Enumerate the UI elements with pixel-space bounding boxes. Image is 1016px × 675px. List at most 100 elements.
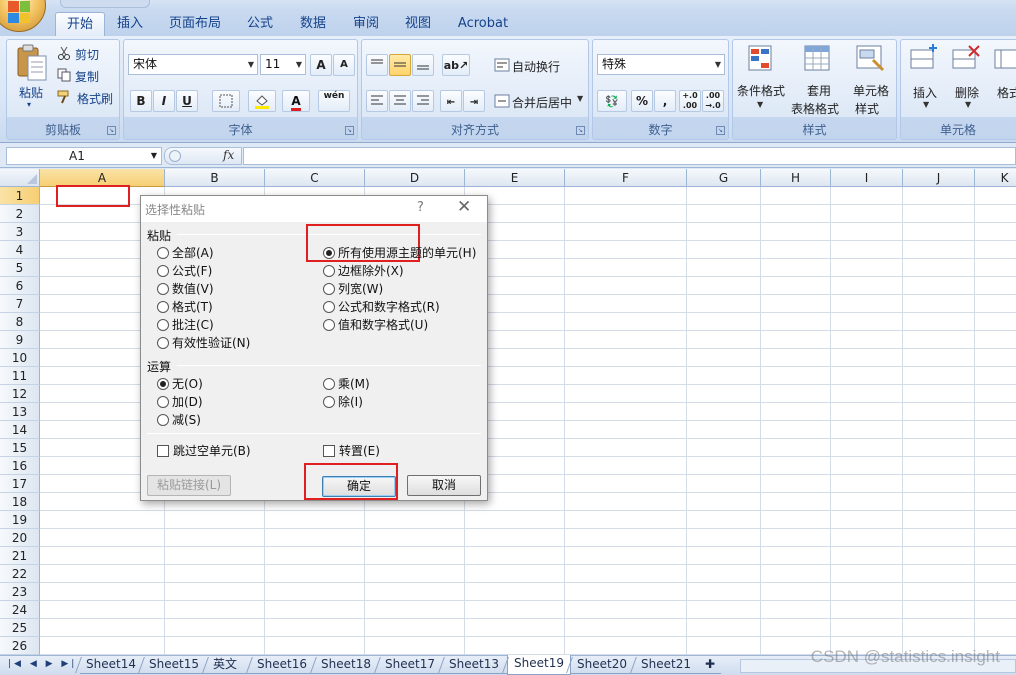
paste-dropdown-icon[interactable]: ▾: [27, 100, 31, 109]
cell-styles-button[interactable]: 样式: [855, 100, 879, 117]
sheet-tab-6[interactable]: Sheet17: [379, 656, 443, 674]
cancel-icon[interactable]: [169, 150, 181, 162]
help-button[interactable]: ?: [417, 200, 424, 215]
insert-function-button[interactable]: fx: [223, 148, 234, 162]
chevron-down-icon[interactable]: ▼: [151, 148, 157, 164]
row-header-14[interactable]: 14: [0, 421, 40, 439]
sheet-tab-4[interactable]: Sheet16: [251, 656, 315, 674]
paste-left-option-5[interactable]: 批注(C): [157, 317, 214, 333]
column-header-b[interactable]: B: [165, 169, 265, 187]
grow-font-button[interactable]: A: [310, 54, 332, 76]
operation-left-option-3[interactable]: 减(S): [157, 412, 201, 428]
row-header-4[interactable]: 4: [0, 241, 40, 259]
cell-styles-label[interactable]: 单元格: [853, 82, 889, 99]
align-left-button[interactable]: [366, 90, 388, 112]
font-size-combo[interactable]: 11 ▼: [260, 54, 306, 75]
row-header-5[interactable]: 5: [0, 259, 40, 277]
paste-button[interactable]: [15, 44, 49, 87]
orientation-button[interactable]: ab↗: [442, 54, 470, 76]
transpose-checkbox[interactable]: 转置(E): [323, 443, 380, 459]
sheet-tab-1[interactable]: Sheet14: [80, 656, 143, 674]
paste-label[interactable]: 粘贴: [19, 84, 43, 101]
row-header-25[interactable]: 25: [0, 619, 40, 637]
align-middle-button[interactable]: [389, 54, 411, 76]
font-color-button[interactable]: A: [282, 90, 310, 112]
paste-left-option-2[interactable]: 公式(F): [157, 263, 212, 279]
paste-right-option-1[interactable]: 所有使用源主题的单元(H): [323, 245, 476, 261]
paste-left-option-3[interactable]: 数值(V): [157, 281, 214, 297]
align-right-button[interactable]: [412, 90, 434, 112]
formula-input[interactable]: [243, 147, 1016, 165]
paste-right-option-2[interactable]: 边框除外(X): [323, 263, 404, 279]
row-header-9[interactable]: 9: [0, 331, 40, 349]
operation-left-option-2[interactable]: 加(D): [157, 394, 203, 410]
paste-right-option-3[interactable]: 列宽(W): [323, 281, 383, 297]
sheet-tab-10[interactable]: Sheet21: [635, 656, 699, 674]
sheet-tab-9[interactable]: Sheet20: [571, 656, 635, 674]
close-button[interactable]: ✕: [457, 197, 471, 217]
align-bottom-button[interactable]: [412, 54, 434, 76]
font-launcher-icon[interactable]: ↘: [345, 126, 354, 135]
row-header-2[interactable]: 2: [0, 205, 40, 223]
decrease-decimal-button[interactable]: .00 →.0: [702, 90, 724, 112]
row-header-7[interactable]: 7: [0, 295, 40, 313]
fill-color-button[interactable]: [248, 90, 276, 112]
paste-right-option-5[interactable]: 值和数字格式(U): [323, 317, 428, 333]
column-header-f[interactable]: F: [565, 169, 687, 187]
chevron-down-icon[interactable]: ▼: [577, 94, 583, 103]
row-header-20[interactable]: 20: [0, 529, 40, 547]
copy-button[interactable]: 复制: [75, 68, 99, 85]
column-header-i[interactable]: I: [831, 169, 903, 187]
column-header-e[interactable]: E: [465, 169, 565, 187]
number-launcher-icon[interactable]: ↘: [716, 126, 725, 135]
chevron-down-icon[interactable]: ▼: [965, 100, 971, 109]
phonetic-button[interactable]: wén: [318, 90, 350, 112]
sheet-nav-buttons[interactable]: |◀ ◀ ▶ ▶|: [8, 659, 77, 669]
italic-button[interactable]: I: [153, 90, 175, 112]
operation-right-option-1[interactable]: 乘(M): [323, 376, 370, 392]
column-header-j[interactable]: J: [903, 169, 975, 187]
cancel-button[interactable]: 取消: [407, 475, 481, 496]
decrease-indent-button[interactable]: ⇤: [440, 90, 462, 112]
select-all-button[interactable]: [0, 169, 40, 187]
row-header-24[interactable]: 24: [0, 601, 40, 619]
tab-review[interactable]: 审阅: [346, 12, 386, 36]
delete-cells-button[interactable]: 删除: [955, 84, 979, 101]
format-as-table-button[interactable]: 表格格式: [791, 100, 839, 117]
row-header-23[interactable]: 23: [0, 583, 40, 601]
sheet-tab-8[interactable]: Sheet19: [507, 655, 571, 675]
insert-cells-button[interactable]: 插入: [913, 84, 937, 101]
column-header-g[interactable]: G: [687, 169, 761, 187]
paste-link-button[interactable]: 粘贴链接(L): [147, 475, 231, 496]
comma-button[interactable]: ,: [654, 90, 676, 112]
paste-left-option-1[interactable]: 全部(A): [157, 245, 214, 261]
row-header-13[interactable]: 13: [0, 403, 40, 421]
column-header-k[interactable]: K: [975, 169, 1016, 187]
conditional-format-button[interactable]: 条件格式: [737, 82, 785, 99]
row-header-15[interactable]: 15: [0, 439, 40, 457]
font-name-combo[interactable]: 宋体 ▼: [128, 54, 258, 75]
ok-button[interactable]: 确定: [322, 476, 396, 497]
row-header-12[interactable]: 12: [0, 385, 40, 403]
sheet-tab-5[interactable]: Sheet18: [315, 656, 379, 674]
paste-left-option-6[interactable]: 有效性验证(N): [157, 335, 250, 351]
chevron-down-icon[interactable]: ▼: [757, 100, 763, 109]
row-header-26[interactable]: 26: [0, 637, 40, 655]
increase-indent-button[interactable]: ⇥: [463, 90, 485, 112]
number-format-combo[interactable]: 特殊 ▼: [597, 54, 725, 75]
row-header-18[interactable]: 18: [0, 493, 40, 511]
active-cell-highlight[interactable]: [56, 185, 130, 207]
accounting-button[interactable]: 💱: [597, 90, 627, 112]
row-header-21[interactable]: 21: [0, 547, 40, 565]
column-header-h[interactable]: H: [761, 169, 831, 187]
tab-data[interactable]: 数据: [293, 12, 333, 36]
tab-view[interactable]: 视图: [398, 12, 438, 36]
insert-sheet-icon[interactable]: ✚: [699, 656, 721, 674]
row-header-6[interactable]: 6: [0, 277, 40, 295]
wrap-text-button[interactable]: 自动换行: [512, 58, 560, 75]
column-header-d[interactable]: D: [365, 169, 465, 187]
paste-right-option-4[interactable]: 公式和数字格式(R): [323, 299, 440, 315]
row-header-8[interactable]: 8: [0, 313, 40, 331]
align-top-button[interactable]: [366, 54, 388, 76]
align-center-button[interactable]: [389, 90, 411, 112]
